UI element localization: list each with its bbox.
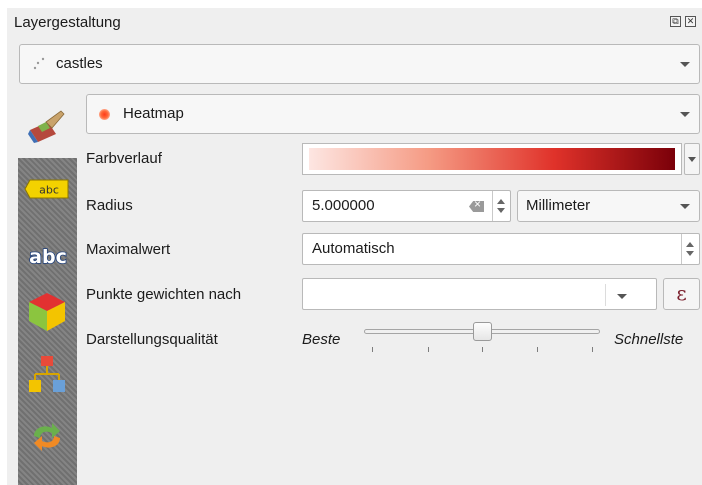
panel-title: Layergestaltung bbox=[14, 14, 121, 31]
color-ramp-label: Farbverlauf bbox=[86, 150, 162, 167]
svg-text:abc: abc bbox=[29, 246, 67, 268]
max-value-label: Maximalwert bbox=[86, 241, 171, 258]
paintbrush-icon[interactable] bbox=[26, 108, 66, 144]
label-abc-yellow-icon[interactable]: abc bbox=[24, 178, 72, 200]
radius-unit-select[interactable]: Millimeter bbox=[517, 190, 700, 222]
max-value-value: Automatisch bbox=[312, 240, 395, 257]
slider-tick bbox=[428, 347, 429, 352]
weight-label: Punkte gewichten nach bbox=[86, 286, 242, 303]
slider-tick bbox=[372, 347, 373, 352]
quality-max-label: Schnellste bbox=[614, 331, 684, 348]
label-abc-outline-icon[interactable]: abc bbox=[23, 244, 73, 268]
clear-icon[interactable] bbox=[469, 201, 484, 212]
renderer-select[interactable]: Heatmap bbox=[86, 94, 700, 134]
chevron-down-icon bbox=[680, 62, 690, 67]
color-ramp-button[interactable] bbox=[302, 143, 682, 175]
max-value-spinner[interactable] bbox=[681, 234, 699, 264]
layer-select[interactable]: castles bbox=[19, 44, 700, 84]
expression-button[interactable]: ε bbox=[663, 278, 700, 310]
radius-label: Radius bbox=[86, 197, 133, 214]
diagram-icon[interactable] bbox=[27, 354, 67, 396]
radius-unit-value: Millimeter bbox=[526, 197, 591, 214]
color-ramp-dropdown[interactable] bbox=[684, 143, 700, 175]
layer-select-value: castles bbox=[56, 55, 103, 72]
float-icon[interactable]: ⧉ bbox=[670, 16, 681, 27]
spin-up-icon[interactable] bbox=[686, 242, 694, 247]
slider-tick bbox=[537, 347, 538, 352]
radius-value: 5.000000 bbox=[312, 197, 375, 214]
chevron-down-icon bbox=[680, 112, 690, 117]
chevron-down-icon bbox=[688, 157, 696, 162]
spin-up-icon[interactable] bbox=[497, 199, 505, 204]
heatmap-dot-icon bbox=[99, 109, 110, 120]
renderer-select-value: Heatmap bbox=[123, 105, 184, 122]
slider-tick bbox=[592, 347, 593, 352]
spin-down-icon[interactable] bbox=[686, 251, 694, 256]
weight-field-select[interactable] bbox=[302, 278, 657, 310]
point-layer-icon bbox=[33, 57, 45, 70]
cube-3d-icon[interactable] bbox=[27, 291, 67, 333]
radius-input[interactable]: 5.000000 bbox=[302, 190, 511, 222]
radius-spinner[interactable] bbox=[492, 191, 510, 221]
color-ramp-preview bbox=[309, 148, 675, 170]
slider-tick bbox=[482, 347, 483, 352]
close-icon[interactable]: ✕ bbox=[685, 16, 696, 27]
spin-down-icon[interactable] bbox=[497, 208, 505, 213]
style-sidebar: abc abc bbox=[18, 158, 77, 485]
max-value-input[interactable]: Automatisch bbox=[302, 233, 700, 265]
quality-label: Darstellungsqualität bbox=[86, 331, 218, 348]
svg-text:abc: abc bbox=[39, 184, 59, 197]
chevron-down-icon[interactable] bbox=[617, 294, 627, 299]
weight-separator bbox=[605, 284, 606, 306]
chevron-down-icon bbox=[680, 204, 690, 209]
undo-redo-icon[interactable] bbox=[28, 420, 66, 454]
quality-slider-handle[interactable] bbox=[473, 322, 492, 341]
quality-min-label: Beste bbox=[302, 331, 341, 348]
